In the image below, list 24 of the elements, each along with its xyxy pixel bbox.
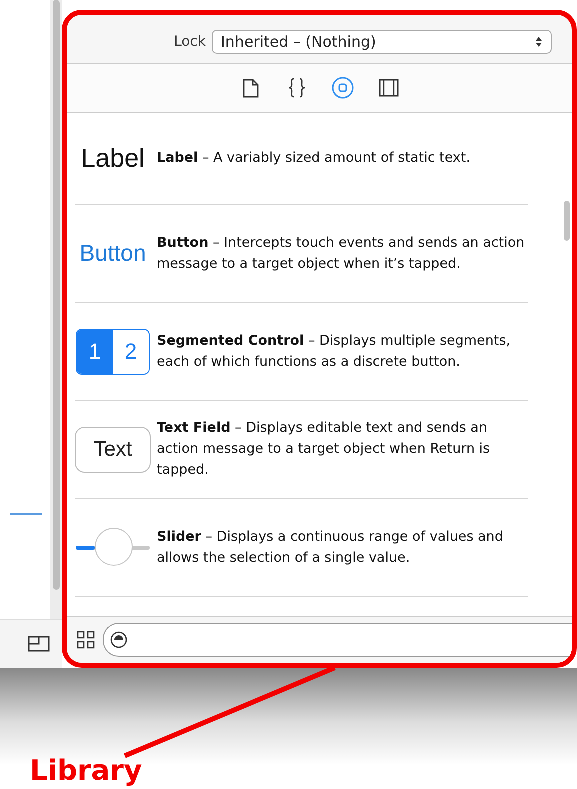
scrollbar-thumb[interactable] <box>564 201 570 241</box>
grid-icon[interactable] <box>77 631 95 649</box>
braces-icon <box>286 78 306 98</box>
item-description: Slider – Displays a continuous range of values and allows the selection of a single value. <box>157 528 504 568</box>
library-callout-label: Library <box>30 754 142 787</box>
item-description: Button – Intercepts touch events and sends an action message to a target object when it’s tapped. <box>157 234 526 274</box>
item-description: Segmented Control – Displays multiple segments, each of which functions as a discrete button. <box>157 332 512 372</box>
item-description: Label – A variably sized amount of static text. <box>157 149 470 168</box>
text-field-preview: Text <box>75 426 151 472</box>
scrollbar-thumb[interactable] <box>52 0 60 590</box>
filter-field[interactable] <box>103 623 572 657</box>
lock-dropdown[interactable]: Inherited – (Nothing) <box>212 30 552 54</box>
segment: 1 <box>77 330 113 374</box>
film-icon <box>378 79 398 97</box>
layout-icon[interactable] <box>28 636 50 652</box>
button-preview: Button <box>80 240 146 267</box>
filter-icon <box>110 631 128 649</box>
selection-line <box>10 513 42 515</box>
item-description: Text Field – Displays editable text and sends an action message to a target object when Return is tapped. <box>157 419 492 480</box>
label-preview: Label <box>81 143 145 174</box>
document-icon <box>242 78 258 98</box>
lock-label: Lock <box>174 34 206 50</box>
circle-object-icon <box>332 77 354 99</box>
stepper-arrows-icon <box>535 36 543 48</box>
